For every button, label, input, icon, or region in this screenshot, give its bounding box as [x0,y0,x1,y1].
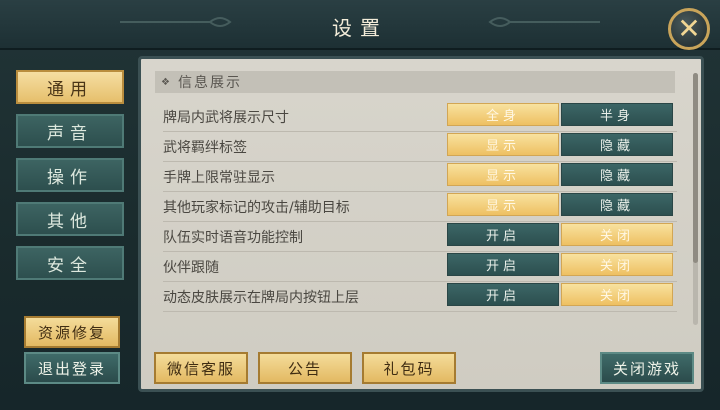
wechat-service-button[interactable]: 微信客服 [154,352,248,384]
option-right-button[interactable]: 关闭 [561,283,673,306]
section-title: 信息展示 [177,75,242,91]
tab-label: 操作 [47,167,93,188]
tab-label: 安全 [47,255,93,276]
setting-label: 动态皮肤展示在牌局内按钮上层 [163,290,359,306]
setting-row: 牌局内武将展示尺寸 全身 半身 [155,103,677,132]
repair-resources-button[interactable]: 资源修复 [24,316,120,348]
setting-label: 牌局内武将展示尺寸 [163,110,289,126]
setting-label: 其他玩家标记的攻击/辅助目标 [163,200,350,216]
row-divider [163,251,677,252]
close-button[interactable]: ✕ [668,8,710,50]
tab-security[interactable]: 安全 [16,246,124,280]
option-right-button[interactable]: 关闭 [561,223,673,246]
setting-row: 武将羁绊标签 显示 隐藏 [155,133,677,162]
announcement-button[interactable]: 公告 [258,352,352,384]
option-left-button[interactable]: 显示 [447,163,559,186]
close-icon: ✕ [677,12,701,45]
row-divider [163,131,677,132]
tab-sound[interactable]: 声音 [16,114,124,148]
setting-label: 伙伴跟随 [163,260,219,276]
scrollbar-thumb[interactable] [693,73,698,263]
settings-window: 设置 ✕ 通用 声音 操作 其他 安全 资源修复 退出登录 ❖ 信息展示 牌局内… [0,0,720,410]
option-right-button[interactable]: 关闭 [561,253,673,276]
tab-label: 其他 [47,211,93,232]
row-divider [163,191,677,192]
row-divider [163,221,677,222]
setting-row: 其他玩家标记的攻击/辅助目标 显示 隐藏 [155,193,677,222]
settings-list: ❖ 信息展示 牌局内武将展示尺寸 全身 半身 武将羁绊标签 显示 隐藏 手牌上限常驻显示 显示… [141,59,689,325]
setting-row: 动态皮肤展示在牌局内按钮上层 开启 关闭 [155,283,677,312]
option-right-button[interactable]: 隐藏 [561,163,673,186]
option-right-button[interactable]: 半身 [561,103,673,126]
scrollbar[interactable] [693,73,698,325]
section-header: ❖ 信息展示 [155,71,675,93]
settings-panel: ❖ 信息展示 牌局内武将展示尺寸 全身 半身 武将羁绊标签 显示 隐藏 手牌上限常驻显示 显示… [138,56,704,392]
setting-row: 队伍实时语音功能控制 开启 关闭 [155,223,677,252]
option-left-button[interactable]: 全身 [447,103,559,126]
setting-row: 手牌上限常驻显示 显示 隐藏 [155,163,677,192]
option-left-button[interactable]: 开启 [447,253,559,276]
option-right-button[interactable]: 隐藏 [561,193,673,216]
logout-button[interactable]: 退出登录 [24,352,120,384]
row-divider [163,281,677,282]
option-left-button[interactable]: 显示 [447,133,559,156]
tab-other[interactable]: 其他 [16,202,124,236]
tab-label: 声音 [47,123,93,144]
row-divider [163,161,677,162]
quit-game-button[interactable]: 关闭游戏 [600,352,694,384]
option-left-button[interactable]: 开启 [447,223,559,246]
row-divider [163,311,677,312]
page-title: 设置 [332,16,388,40]
setting-row: 伙伴跟随 开启 关闭 [155,253,677,282]
title-bar: 设置 [0,0,720,50]
option-right-button[interactable]: 隐藏 [561,133,673,156]
setting-label: 武将羁绊标签 [163,140,247,156]
option-left-button[interactable]: 开启 [447,283,559,306]
setting-label: 手牌上限常驻显示 [163,170,275,186]
gift-code-button[interactable]: 礼包码 [362,352,456,384]
diamond-icon: ❖ [161,76,172,88]
tab-general[interactable]: 通用 [16,70,124,104]
setting-label: 队伍实时语音功能控制 [163,230,303,246]
option-left-button[interactable]: 显示 [447,193,559,216]
tab-label: 通用 [47,79,93,100]
tab-controls[interactable]: 操作 [16,158,124,192]
